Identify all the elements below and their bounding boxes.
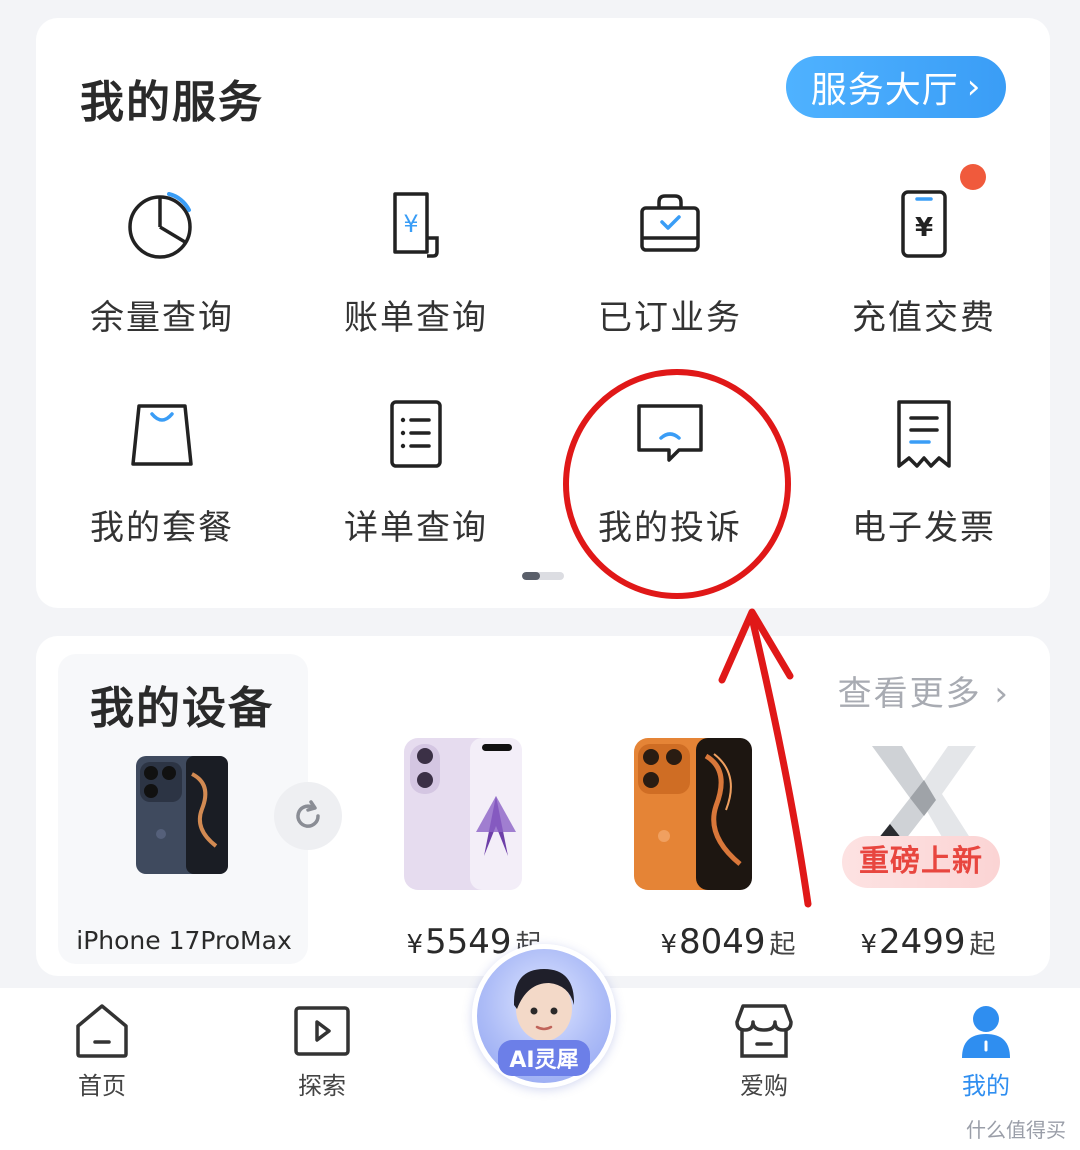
subscribed-bag-icon xyxy=(640,194,700,252)
list-document-icon xyxy=(390,400,442,468)
services-card: 我的服务 服务大厅 › 余量查询 ¥ 账单查询 已订业务 ¥ 充值交费 我的套餐… xyxy=(36,18,1050,608)
ai-assistant-label: AI灵犀 xyxy=(498,1040,590,1076)
home-icon xyxy=(76,1004,128,1058)
device-name: iPhone 17ProMax xyxy=(76,926,292,955)
page-indicator-active xyxy=(522,572,540,580)
watermark-text: 什么值得买 xyxy=(966,1118,1066,1142)
service-item-complaint[interactable]: 我的投诉 xyxy=(550,400,790,580)
svg-text:¥: ¥ xyxy=(915,213,933,243)
x-device-image xyxy=(872,746,976,844)
service-hall-label: 服务大厅 xyxy=(810,70,959,111)
product-price: ¥2499 起 xyxy=(860,922,996,962)
iphone-pro-max-image xyxy=(136,756,228,874)
tab-explore[interactable]: 探索 xyxy=(262,1002,382,1112)
profile-icon xyxy=(962,1006,1010,1058)
tab-label: 首页 xyxy=(78,1072,126,1100)
tab-label: 探索 xyxy=(298,1072,346,1100)
new-release-badge: 重磅上新 xyxy=(842,836,1000,888)
service-item-recharge[interactable]: ¥ 充值交费 xyxy=(804,190,1044,370)
service-item-balance[interactable]: 余量查询 xyxy=(42,190,282,370)
refresh-button[interactable] xyxy=(274,782,342,850)
notification-dot xyxy=(960,164,986,190)
complaint-chat-icon xyxy=(637,404,703,462)
iphone-purple-image xyxy=(404,738,522,890)
service-label: 已订业务 xyxy=(598,298,742,338)
iphone-orange-image xyxy=(634,738,752,890)
tab-shop[interactable]: 爱购 xyxy=(704,1002,824,1112)
play-icon xyxy=(294,1006,350,1056)
service-item-subscribed[interactable]: 已订业务 xyxy=(550,190,790,370)
service-label: 余量查询 xyxy=(90,298,234,338)
service-label: 电子发票 xyxy=(852,508,996,548)
tab-home[interactable]: 首页 xyxy=(42,1002,162,1112)
service-item-plan[interactable]: 我的套餐 xyxy=(42,400,282,580)
devices-card: 我的设备 查看更多 › iPhone 17ProMax ¥5549 ¥8049 … xyxy=(36,636,1050,976)
services-title: 我的服务 xyxy=(80,77,264,128)
tab-label: 我的 xyxy=(962,1072,1010,1100)
page-indicator xyxy=(522,572,564,580)
service-item-invoice[interactable]: 电子发票 xyxy=(804,400,1044,580)
pie-chart-icon xyxy=(128,192,192,259)
tab-profile[interactable]: 我的 xyxy=(926,1002,1046,1112)
chevron-right-icon: › xyxy=(966,67,982,107)
service-label: 我的投诉 xyxy=(598,508,742,548)
refresh-icon xyxy=(296,800,320,828)
shopping-bag-icon xyxy=(131,404,193,466)
receipt-icon xyxy=(897,400,951,468)
featured-device[interactable]: iPhone 17ProMax xyxy=(58,654,308,964)
service-label: 账单查询 xyxy=(344,298,488,338)
phone-yuan-icon: ¥ xyxy=(901,190,947,258)
service-label: 充值交费 xyxy=(852,298,996,338)
service-item-bill[interactable]: ¥ 账单查询 xyxy=(296,190,536,370)
service-label: 我的套餐 xyxy=(90,508,234,548)
service-label: 详单查询 xyxy=(344,508,488,548)
service-hall-button[interactable]: 服务大厅 › xyxy=(786,56,1006,118)
store-icon xyxy=(735,1004,793,1058)
svg-text:¥: ¥ xyxy=(403,210,418,238)
product-card[interactable]: ¥5549起 xyxy=(354,654,594,964)
service-item-details[interactable]: 详单查询 xyxy=(296,400,536,580)
bill-yuan-icon: ¥ xyxy=(393,192,439,258)
product-card[interactable]: ¥2499 起 xyxy=(808,654,1048,964)
tab-label: 爱购 xyxy=(740,1072,788,1100)
